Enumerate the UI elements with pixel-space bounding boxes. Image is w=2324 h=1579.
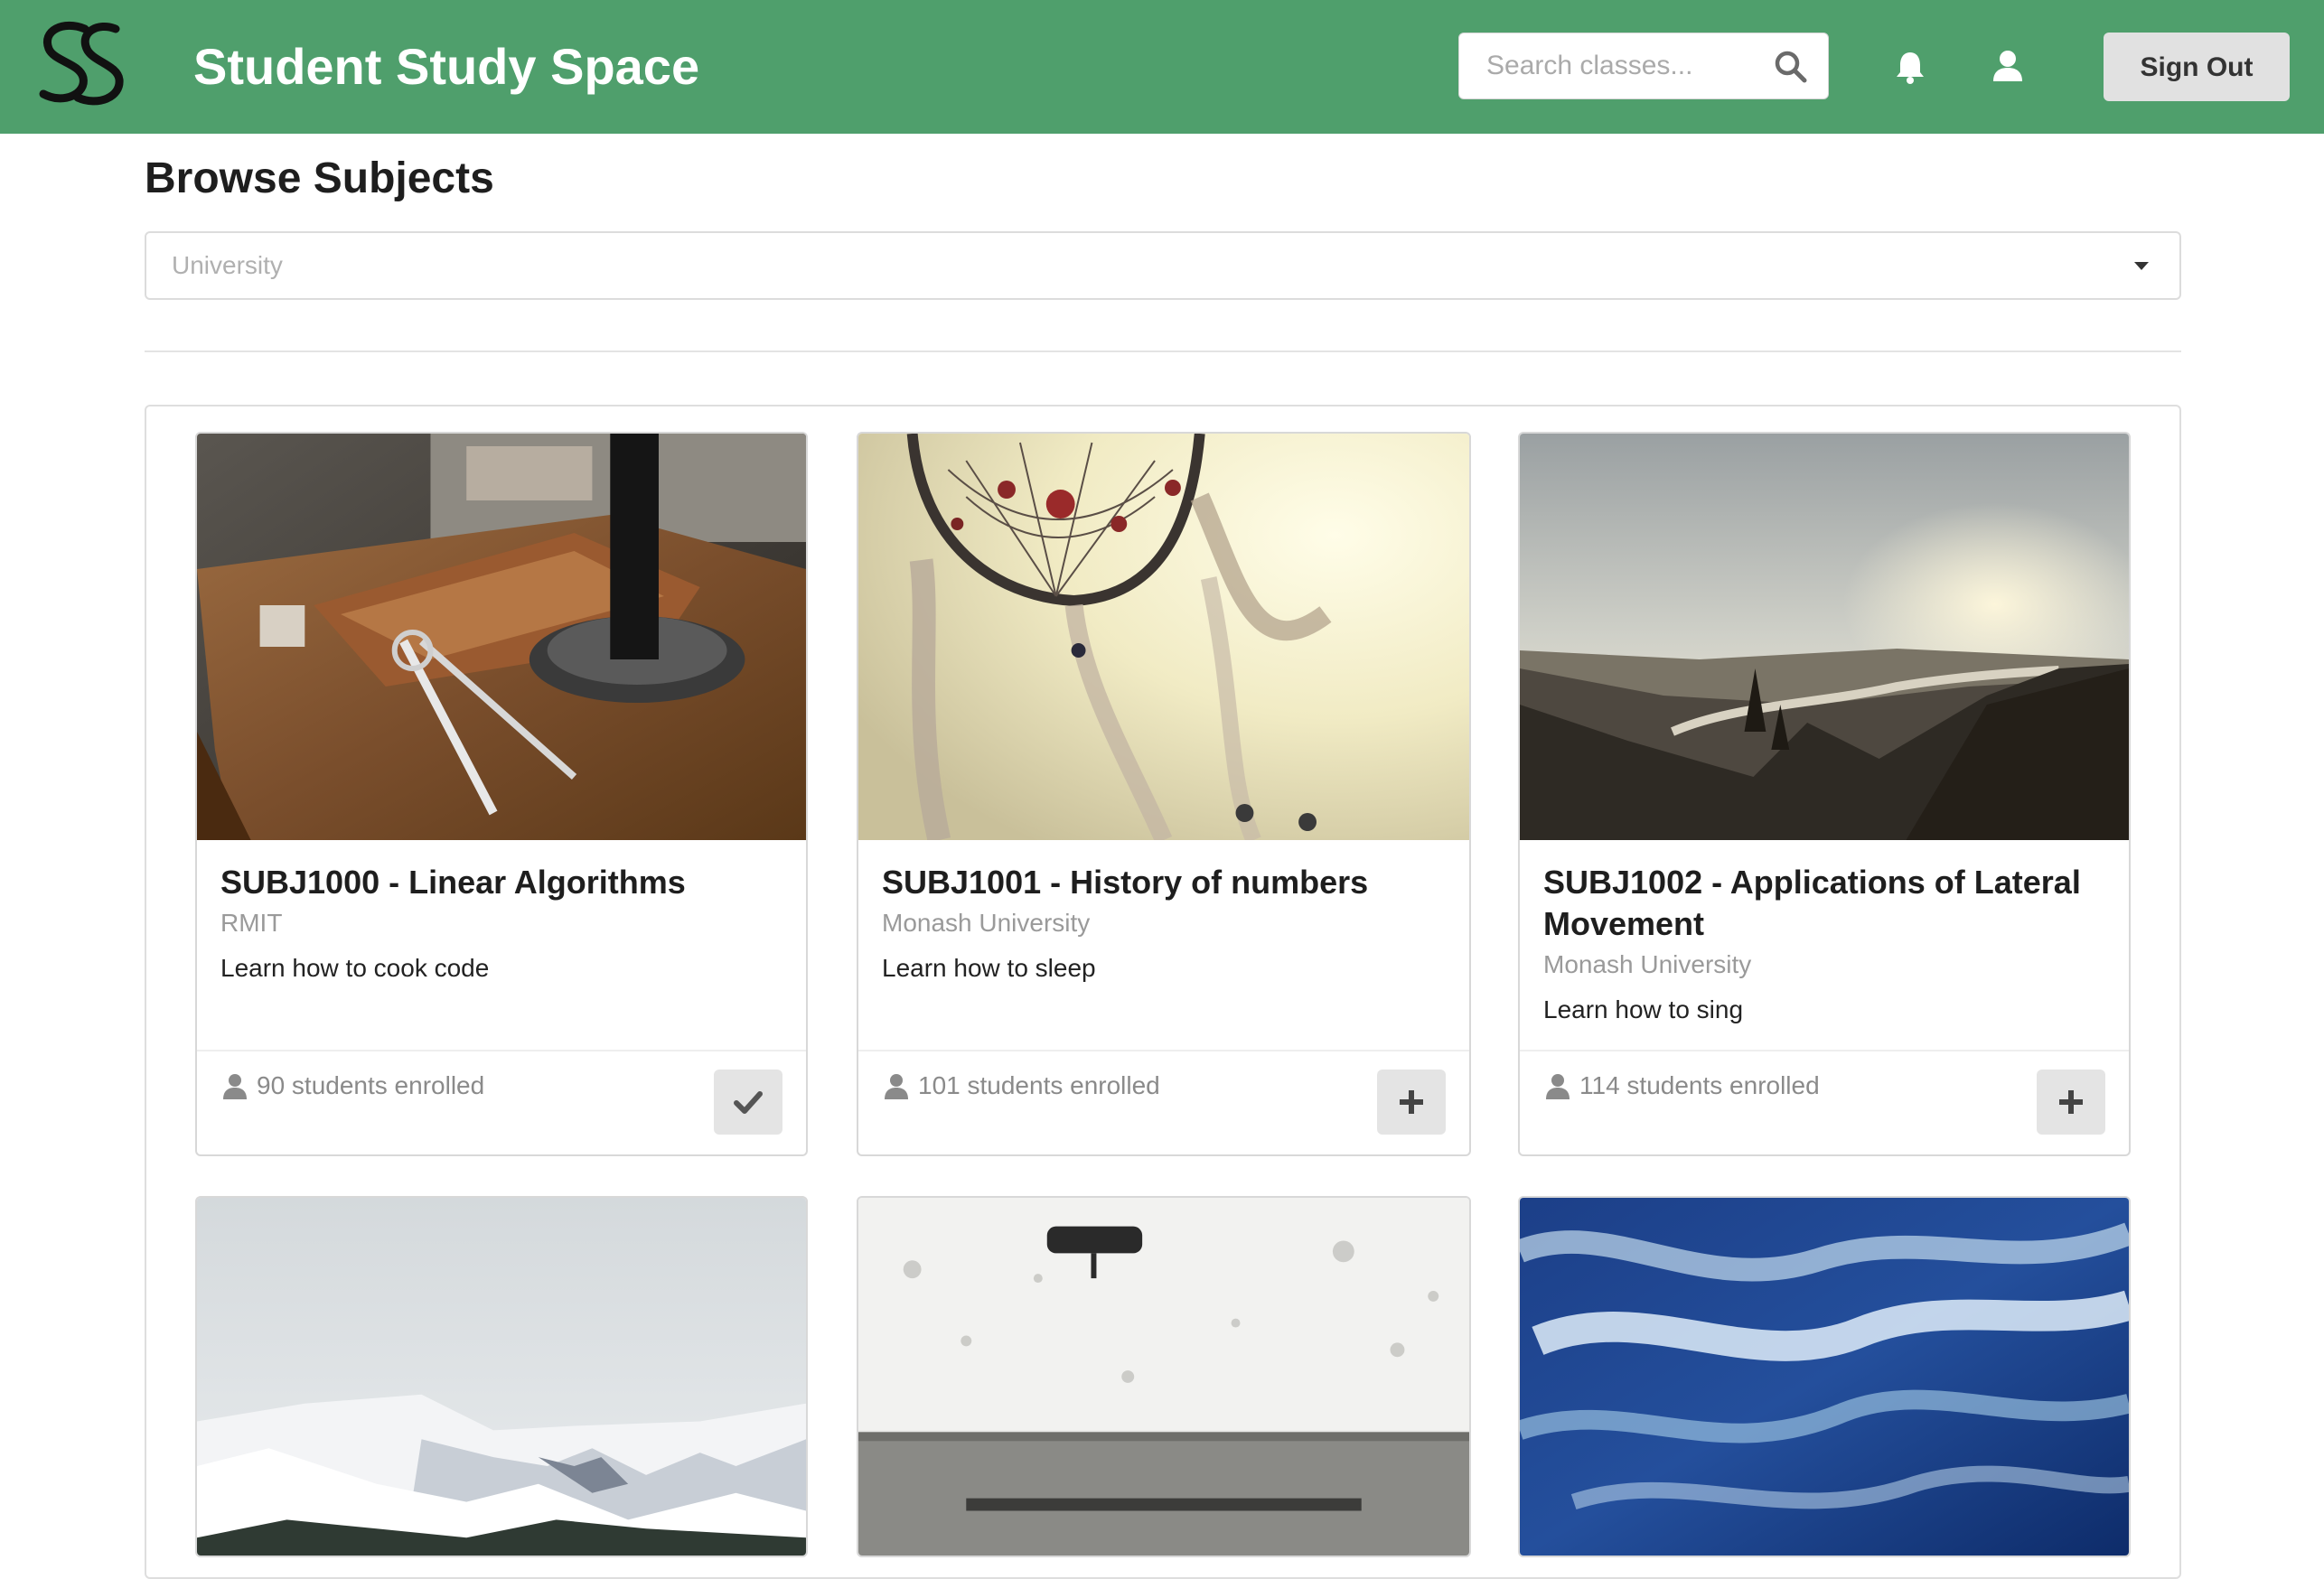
subject-university: RMIT (220, 909, 283, 937)
subject-title[interactable]: SUBJ1002 - Applications of Lateral Movem… (1543, 862, 2111, 945)
subject-description: Learn how to sing (1543, 995, 1744, 1023)
divider (145, 350, 2181, 352)
subject-image-desk[interactable] (197, 434, 806, 840)
enrolled-count: 114 students enrolled (1579, 1071, 1820, 1099)
card-body: SUBJ1001 - History of numbers Monash Uni… (882, 862, 1451, 986)
enrolled-count: 101 students enrolled (918, 1071, 1160, 1099)
subject-description: Learn how to cook code (220, 954, 490, 982)
sign-out-button[interactable]: Sign Out (2104, 33, 2290, 101)
page-title: Browse Subjects (145, 154, 494, 202)
card-body: SUBJ1002 - Applications of Lateral Movem… (1543, 862, 2111, 1028)
subject-image-valley[interactable] (1520, 434, 2129, 840)
enrolled-count: 90 students enrolled (257, 1071, 485, 1099)
card-footer: 90 students enrolled (197, 1050, 806, 1154)
subject-image-ocean[interactable] (1520, 1198, 2129, 1556)
subject-title[interactable]: SUBJ1001 - History of numbers (882, 862, 1451, 903)
plus-icon (1400, 1090, 1423, 1114)
search-icon[interactable] (1774, 50, 1808, 84)
enroll-button[interactable] (1377, 1070, 1446, 1135)
card-footer: 101 students enrolled (858, 1050, 1469, 1154)
ss-monogram-logo[interactable] (27, 16, 136, 116)
subject-list-panel: SUBJ1000 - Linear Algorithms RMIT Learn … (145, 405, 2181, 1579)
subject-card[interactable] (195, 1196, 808, 1557)
top-navbar: Student Study Space Sign Out (0, 0, 2324, 134)
subject-card[interactable]: SUBJ1001 - History of numbers Monash Uni… (857, 432, 1471, 1156)
subject-card[interactable]: SUBJ1000 - Linear Algorithms RMIT Learn … (195, 432, 808, 1156)
subject-card[interactable] (857, 1196, 1471, 1557)
card-body: SUBJ1000 - Linear Algorithms RMIT Learn … (220, 862, 788, 986)
enroll-button[interactable] (2037, 1070, 2105, 1135)
app-title[interactable]: Student Study Space (193, 33, 699, 101)
plus-icon (2059, 1090, 2083, 1114)
user-icon[interactable] (1991, 49, 2024, 83)
search-input[interactable] (1459, 33, 1766, 98)
subject-card[interactable]: SUBJ1002 - Applications of Lateral Movem… (1518, 432, 2131, 1156)
person-icon (223, 1074, 247, 1099)
bell-icon[interactable] (1894, 49, 1926, 85)
university-select[interactable]: University (145, 231, 2181, 300)
card-footer: 114 students enrolled (1520, 1050, 2129, 1154)
subject-university: Monash University (882, 909, 1091, 937)
subject-description: Learn how to sleep (882, 954, 1096, 982)
subject-university: Monash University (1543, 950, 1752, 978)
person-icon (885, 1074, 908, 1099)
subject-image-wall[interactable] (858, 1198, 1469, 1556)
check-icon (734, 1091, 763, 1114)
subject-card[interactable] (1518, 1196, 2131, 1557)
search-box (1458, 33, 1829, 99)
chevron-down-icon (2134, 262, 2149, 270)
subject-image-mountains[interactable] (197, 1198, 806, 1556)
subject-title[interactable]: SUBJ1000 - Linear Algorithms (220, 862, 788, 903)
enrolled-check-button[interactable] (714, 1070, 782, 1135)
university-select-placeholder: University (172, 251, 283, 279)
subject-image-dreamcatcher[interactable] (858, 434, 1469, 840)
person-icon (1546, 1074, 1570, 1099)
